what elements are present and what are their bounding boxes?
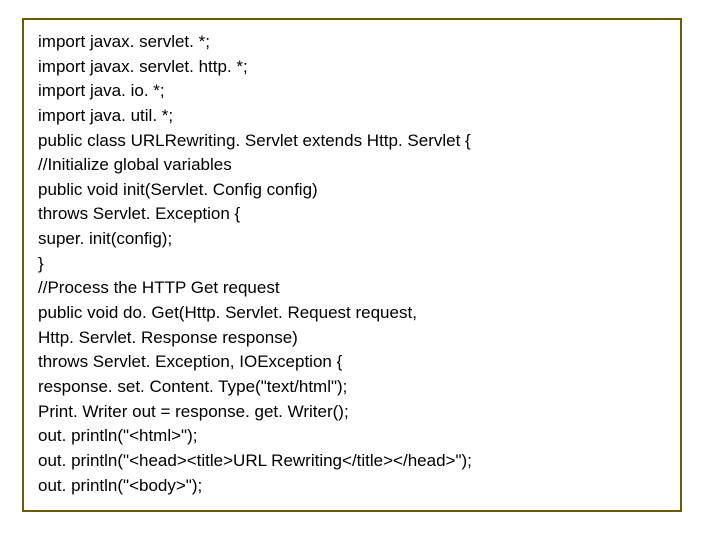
code-line: import javax. servlet. http. *; (38, 55, 666, 80)
code-line: import java. util. *; (38, 104, 666, 129)
code-line: } (38, 252, 666, 277)
code-line: //Initialize global variables (38, 153, 666, 178)
code-line: out. println("<head><title>URL Rewriting… (38, 449, 666, 474)
code-line: public void init(Servlet. Config config) (38, 178, 666, 203)
code-box: import javax. servlet. *; import javax. … (22, 18, 682, 512)
code-line: throws Servlet. Exception { (38, 202, 666, 227)
code-line: Print. Writer out = response. get. Write… (38, 400, 666, 425)
code-line: import javax. servlet. *; (38, 30, 666, 55)
code-line: out. println("<body>"); (38, 474, 666, 499)
code-line: public class URLRewriting. Servlet exten… (38, 129, 666, 154)
code-line: throws Servlet. Exception, IOException { (38, 350, 666, 375)
code-line: super. init(config); (38, 227, 666, 252)
code-line: Http. Servlet. Response response) (38, 326, 666, 351)
slide-container: import javax. servlet. *; import javax. … (0, 0, 720, 540)
code-line: response. set. Content. Type("text/html"… (38, 375, 666, 400)
code-line: //Process the HTTP Get request (38, 276, 666, 301)
code-line: public void do. Get(Http. Servlet. Reque… (38, 301, 666, 326)
code-line: import java. io. *; (38, 79, 666, 104)
code-line: out. println("<html>"); (38, 424, 666, 449)
